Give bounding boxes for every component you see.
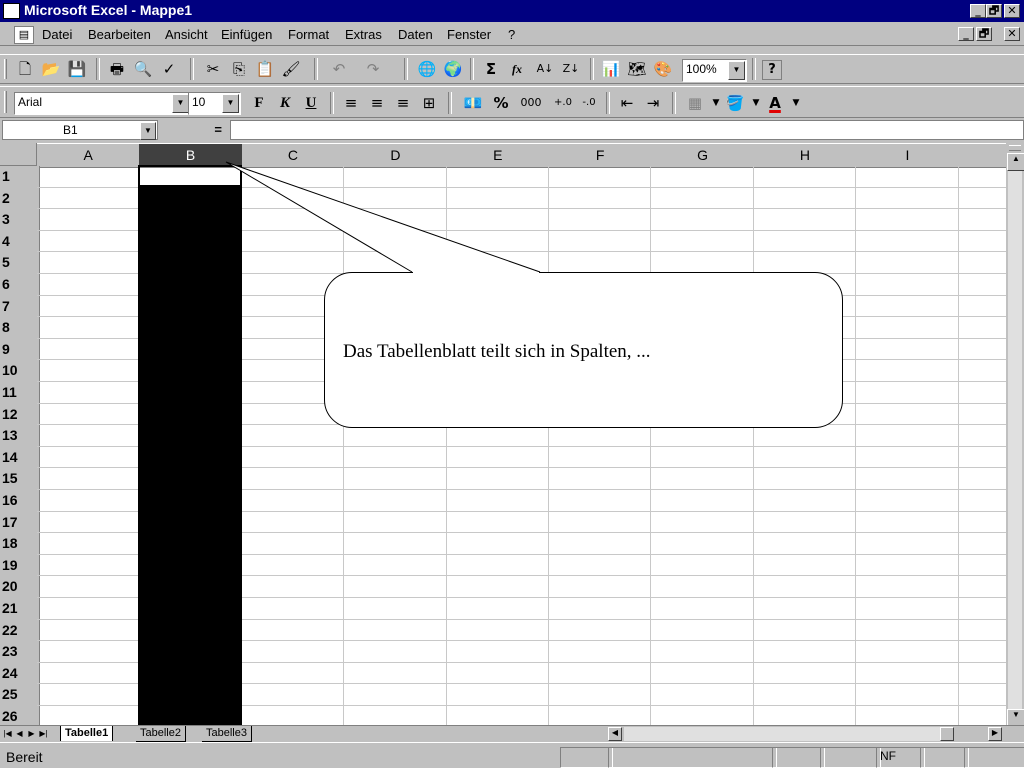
callout-box: Das Tabellenblatt teilt sich in Spalten,… — [324, 272, 843, 428]
callout-text: Das Tabellenblatt teilt sich in Spalten,… — [343, 341, 651, 362]
